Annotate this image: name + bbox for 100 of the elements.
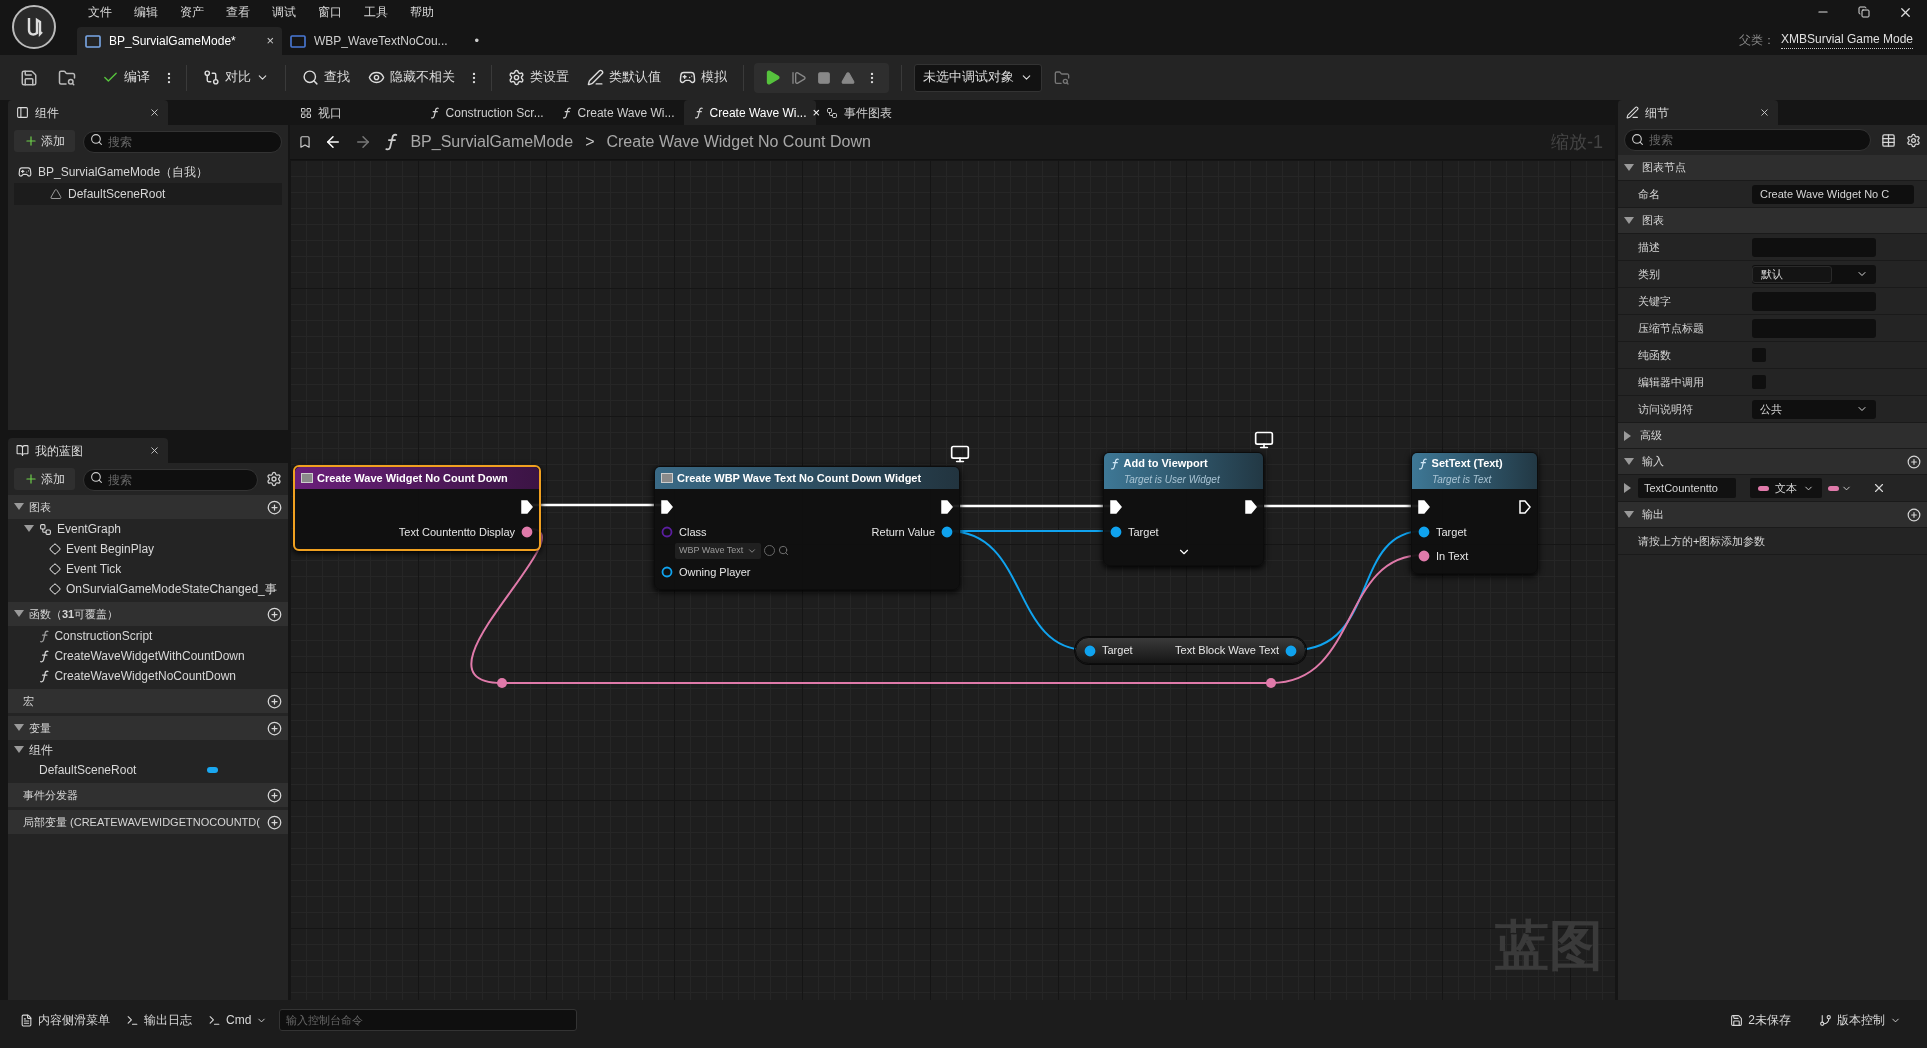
collapse-arrow-icon[interactable] [1624, 457, 1634, 466]
step-icon[interactable] [791, 69, 807, 86]
data-pin-icon[interactable] [1110, 526, 1122, 539]
component-item[interactable]: DefaultSceneRoot [14, 183, 282, 205]
status-bar-button[interactable]: Cmd [204, 1006, 272, 1034]
data-pin-icon[interactable] [1418, 550, 1430, 563]
add-icon[interactable] [267, 720, 282, 736]
pin-type-dropdown[interactable]: 文本 [1750, 478, 1822, 498]
add-icon[interactable] [267, 499, 282, 515]
section-header[interactable]: 宏 [8, 689, 288, 713]
add-button[interactable]: 添加 [14, 468, 75, 490]
section-header[interactable]: 输出 [1618, 502, 1927, 528]
exec-pin-icon[interactable] [1110, 500, 1122, 514]
search-field[interactable]: 搜索 [83, 131, 282, 153]
status-bar-button[interactable]: 2未保存 [1720, 1006, 1801, 1034]
menu-item[interactable]: 查看 [215, 3, 261, 21]
close-icon[interactable] [1759, 107, 1770, 118]
menu-item[interactable]: 工具 [353, 3, 399, 21]
search-field[interactable]: 搜索 [1624, 129, 1871, 151]
status-bar-button[interactable]: 输出日志 [122, 1006, 196, 1034]
blueprint-node[interactable]: Create WBP Wave Text No Count Down Widget Class WBP Wave Text Return Value Owning Player [654, 466, 960, 590]
menu-item[interactable]: 调试 [261, 3, 307, 21]
tree-item[interactable]: CreateWaveWidgetWithCountDown [8, 646, 288, 666]
tree-item[interactable]: OnSurvialGameModeStateChanged_事 [8, 579, 288, 599]
panel-tab[interactable]: 我的蓝图 [8, 438, 168, 463]
document-tab[interactable]: WBP_WaveTextNoCou... • [282, 27, 487, 55]
collapse-arrow-icon[interactable] [14, 746, 24, 754]
category-combo[interactable]: 默认 [1752, 264, 1876, 284]
menu-item[interactable]: 编辑 [123, 3, 169, 21]
restore-button[interactable] [1858, 6, 1870, 18]
tree-item[interactable]: Event Tick [8, 559, 288, 579]
getter-node[interactable]: Target Text Block Wave Text [1075, 637, 1306, 664]
toolbar-button[interactable]: 隐藏不相关 [362, 62, 461, 93]
collapse-arrow-icon[interactable] [24, 525, 34, 533]
graph-tab[interactable]: 视口 [290, 100, 420, 125]
section-header[interactable]: 局部变量 (CREATEWAVEWIDGETNOCOUNTD( [8, 810, 288, 834]
close-tab-button[interactable]: × [266, 31, 274, 51]
tree-item[interactable]: Event BeginPlay [8, 539, 288, 559]
section-header[interactable]: 图表节点 [1618, 155, 1927, 181]
exec-pin-icon[interactable] [1418, 500, 1430, 514]
add-icon[interactable] [267, 814, 282, 830]
section-header[interactable]: 输入 [1618, 449, 1927, 475]
add-icon[interactable] [1907, 454, 1921, 469]
collapse-arrow-icon[interactable] [1624, 163, 1634, 172]
exec-pin-icon[interactable] [941, 500, 953, 514]
settings-icon[interactable] [266, 471, 282, 487]
section-header[interactable]: 变量 [8, 716, 288, 740]
forward-button[interactable] [354, 133, 372, 151]
breadcrumb-item[interactable]: Create Wave Widget No Count Down [606, 130, 871, 154]
search-icon[interactable] [778, 545, 790, 556]
blueprint-node[interactable]: Add to Viewport Target is User Widget Target [1103, 452, 1264, 566]
settings-icon[interactable] [1906, 132, 1921, 148]
section-header[interactable]: 图表 [1618, 208, 1927, 234]
toolbar-button[interactable]: 编译 [96, 62, 156, 93]
debug-object-dropdown[interactable]: 未选中调试对象 [914, 63, 1042, 92]
tree-item[interactable]: EventGraph [8, 519, 288, 539]
parameter-name-field[interactable]: TextCountentto [1638, 478, 1736, 498]
menu-item[interactable]: 文件 [77, 3, 123, 21]
section-header[interactable]: 高级 [1618, 423, 1927, 449]
close-icon[interactable] [149, 445, 160, 456]
bookmark-button[interactable] [298, 135, 312, 149]
add-icon[interactable] [267, 787, 282, 803]
graph-tab[interactable]: Create Wave Wi... [552, 100, 684, 125]
eject-icon[interactable] [841, 70, 855, 85]
collapse-arrow-icon[interactable] [14, 610, 24, 618]
toolbar-button[interactable]: 模拟 [673, 62, 733, 93]
panel-tab[interactable]: 组件 [8, 100, 168, 125]
exec-pin-icon[interactable] [661, 500, 673, 514]
collapse-arrow-icon[interactable] [1624, 510, 1634, 519]
data-pin-icon[interactable] [661, 565, 673, 578]
play-icon[interactable] [764, 69, 781, 86]
status-bar-button[interactable]: 版本控制 [1809, 1006, 1911, 1034]
exec-pin-icon[interactable] [1245, 500, 1257, 514]
console-input[interactable]: 输入控制台命令 [279, 1009, 578, 1031]
exec-pin-icon[interactable] [1519, 500, 1531, 514]
blueprint-node[interactable]: Create Wave Widget No Count Down Text Countentto Display [293, 465, 541, 551]
toolbar-button[interactable]: 对比 [197, 62, 275, 93]
parent-class-link[interactable]: XMBSurvial Game Mode [1780, 30, 1913, 49]
component-item[interactable]: BP_SurvialGameMode（自我） [8, 161, 288, 183]
add-button[interactable]: 添加 [14, 130, 75, 152]
tree-item[interactable]: ConstructionScript [8, 626, 288, 646]
save-button[interactable] [20, 68, 38, 87]
collapse-arrow-icon[interactable] [14, 503, 24, 511]
text-field[interactable]: Create Wave Widget No C [1752, 184, 1914, 204]
data-pin-icon[interactable] [1084, 644, 1096, 657]
panel-tab[interactable]: 细节 [1618, 100, 1778, 125]
breadcrumb-item[interactable]: BP_SurvialGameMode [410, 130, 574, 154]
data-pin-icon[interactable] [941, 526, 953, 539]
section-header[interactable]: 图表 [8, 495, 288, 519]
data-pin-icon[interactable] [1285, 644, 1297, 657]
document-tab[interactable]: BP_SurvialGameMode* × [77, 27, 282, 55]
toolbar-button[interactable]: 查找 [296, 62, 356, 93]
remove-icon[interactable] [1872, 481, 1886, 495]
blueprint-node[interactable]: SetText (Text) Target is Text Target In Text [1411, 452, 1538, 574]
expand-arrow-icon[interactable] [1624, 430, 1632, 441]
menu-item[interactable]: 帮助 [399, 3, 445, 21]
collapse-arrow-icon[interactable] [14, 724, 24, 732]
menu-item[interactable]: 窗口 [307, 3, 353, 21]
toolbar-button[interactable]: 类默认值 [581, 62, 667, 93]
close-icon[interactable] [149, 107, 160, 118]
